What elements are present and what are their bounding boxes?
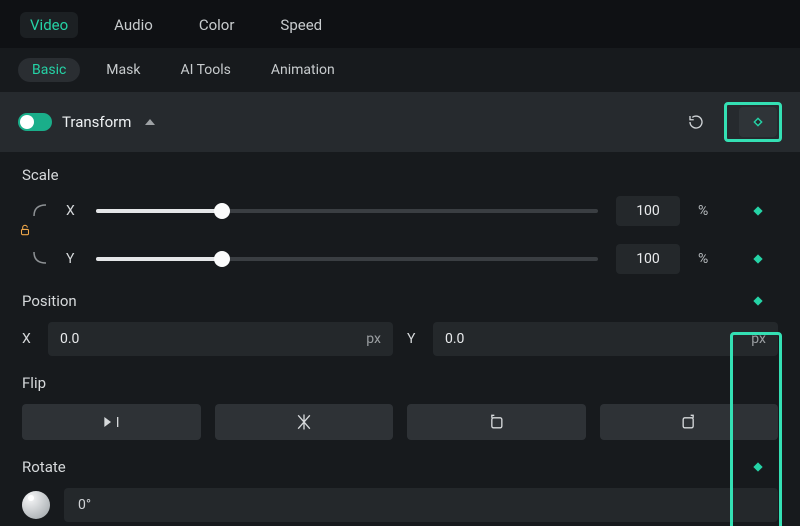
bracket-bottom-icon <box>32 250 48 269</box>
position-section: Position X 0.0 px Y 0.0 px <box>22 292 778 356</box>
rotate-label: Rotate <box>22 458 66 476</box>
rotate-dial[interactable] <box>22 491 50 519</box>
tab-speed[interactable]: Speed <box>270 12 332 38</box>
transform-section-header[interactable]: Transform <box>0 92 800 152</box>
scale-y-value[interactable]: 100 <box>616 244 680 274</box>
subtab-mask[interactable]: Mask <box>92 58 154 82</box>
transform-content: Scale X 100 % Y <box>0 152 800 526</box>
position-x-value: 0.0 <box>60 331 79 347</box>
transform-title: Transform <box>62 113 131 131</box>
position-x-label: X <box>22 331 34 347</box>
scale-x-slider[interactable] <box>96 209 598 213</box>
rotate-section: Rotate 0° <box>22 458 778 522</box>
position-y-value: 0.0 <box>445 331 464 347</box>
rotate-cw-button[interactable] <box>600 404 779 440</box>
transform-toggle[interactable] <box>18 113 52 131</box>
scale-y-row: Y 100 % <box>32 244 778 274</box>
main-tabs: Video Audio Color Speed <box>0 0 800 48</box>
scale-x-row: X 100 % <box>32 196 778 226</box>
inspector-panel: Video Audio Color Speed Basic Mask AI To… <box>0 0 800 526</box>
flip-vertical-button[interactable] <box>215 404 394 440</box>
scale-x-unit: % <box>698 203 720 219</box>
scale-x-keyframe-button[interactable] <box>738 204 778 218</box>
flip-horizontal-button[interactable] <box>22 404 201 440</box>
lock-aspect-icon[interactable] <box>18 222 32 241</box>
position-y-unit: px <box>751 331 766 347</box>
rotate-keyframe-button[interactable] <box>738 460 778 474</box>
bracket-top-icon <box>32 202 48 221</box>
collapse-caret-icon[interactable] <box>145 119 155 125</box>
subtab-ai-tools[interactable]: AI Tools <box>166 58 244 82</box>
flip-section: Flip <box>22 374 778 440</box>
rotate-value-input[interactable]: 0° <box>64 488 778 522</box>
scale-y-slider[interactable] <box>96 257 598 261</box>
position-keyframe-button[interactable] <box>738 294 778 308</box>
scale-x-label: X <box>66 203 78 219</box>
scale-section: Scale X 100 % Y <box>22 166 778 274</box>
position-y-label: Y <box>407 331 419 347</box>
position-x-unit: px <box>366 331 381 347</box>
tab-color[interactable]: Color <box>189 12 245 38</box>
position-label: Position <box>22 292 77 310</box>
sub-tabs: Basic Mask AI Tools Animation <box>0 48 800 92</box>
position-row: X 0.0 px Y 0.0 px <box>22 322 778 356</box>
scale-y-label: Y <box>66 251 78 267</box>
reset-icon[interactable] <box>686 112 706 132</box>
tab-audio[interactable]: Audio <box>104 12 163 38</box>
position-x-input[interactable]: 0.0 px <box>48 322 393 356</box>
flip-label: Flip <box>22 374 778 392</box>
scale-label: Scale <box>22 166 778 184</box>
scale-y-unit: % <box>698 251 720 267</box>
rotate-ccw-button[interactable] <box>407 404 586 440</box>
highlight-keyframe-header <box>724 102 782 142</box>
scale-y-keyframe-button[interactable] <box>738 252 778 266</box>
transform-keyframe-button[interactable] <box>739 107 777 137</box>
subtab-animation[interactable]: Animation <box>257 58 349 82</box>
tab-video[interactable]: Video <box>20 12 78 38</box>
position-y-input[interactable]: 0.0 px <box>433 322 778 356</box>
subtab-basic[interactable]: Basic <box>18 58 80 82</box>
scale-x-value[interactable]: 100 <box>616 196 680 226</box>
